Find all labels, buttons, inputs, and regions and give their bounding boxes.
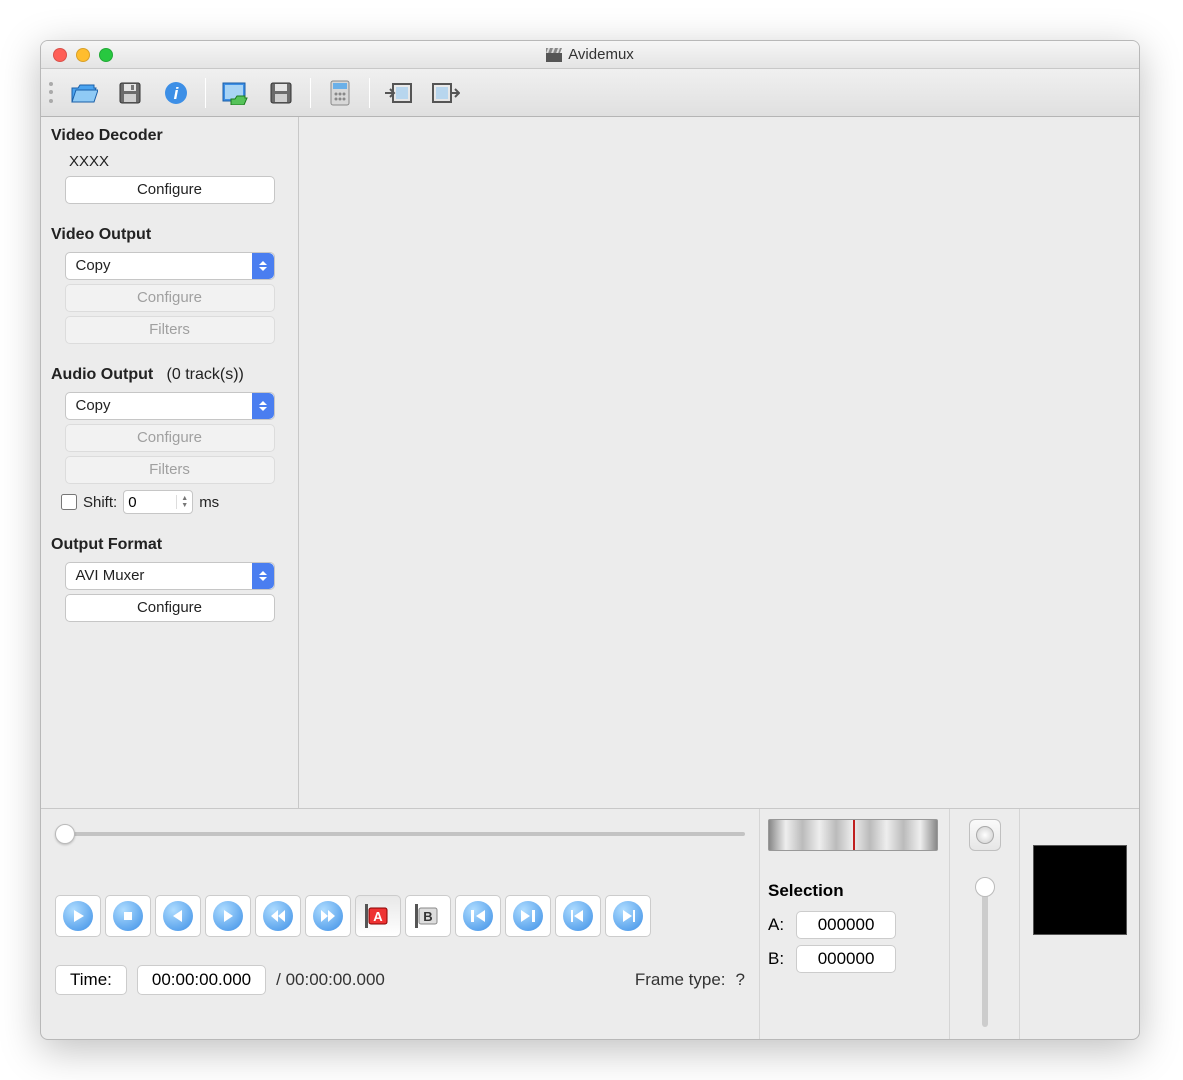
time-label: Time:: [55, 965, 127, 995]
audio-shift-row: Shift: ▲▼ ms: [51, 490, 288, 514]
export-frame-button[interactable]: [424, 76, 466, 110]
video-decoder-codec: XXXX: [51, 153, 288, 170]
video-output-filters-button[interactable]: Filters: [65, 316, 275, 344]
video-decoder-configure-button[interactable]: Configure: [65, 176, 275, 204]
volume-panel: [949, 809, 1019, 1039]
next-keyframe-button[interactable]: [305, 895, 351, 937]
time-total: / 00:00:00.000: [276, 970, 385, 990]
output-format-select[interactable]: AVI Muxer: [65, 562, 275, 590]
spinner-buttons[interactable]: ▲▼: [176, 495, 192, 509]
selection-panel: Selection A: 000000 B: 000000: [759, 809, 949, 1039]
audio-shift-unit: ms: [199, 494, 219, 511]
audio-output-select[interactable]: Copy: [65, 392, 275, 420]
audio-output-title-text: Audio Output: [51, 366, 153, 383]
video-output-section: Video Output Copy Configure Filters: [51, 226, 288, 344]
prev-frame-button[interactable]: [155, 895, 201, 937]
output-format-title: Output Format: [51, 536, 288, 554]
svg-text:A: A: [373, 909, 383, 924]
video-output-configure-button[interactable]: Configure: [65, 284, 275, 312]
video-output-title: Video Output: [51, 226, 288, 244]
toolbar-separator: [205, 78, 206, 108]
seek-thumb[interactable]: [55, 824, 75, 844]
toolbar-separator: [369, 78, 370, 108]
seek-track: [55, 832, 745, 836]
titlebar: Avidemux: [41, 41, 1139, 69]
video-decoder-section: Video Decoder XXXX Configure: [51, 127, 288, 204]
thumbnail-panel: [1019, 809, 1139, 1039]
transport-buttons: A B: [55, 895, 745, 937]
load-project-button[interactable]: [214, 76, 256, 110]
toolbar: i: [41, 69, 1139, 117]
sidebar: Video Decoder XXXX Configure Video Outpu…: [41, 117, 299, 809]
clapperboard-icon: [546, 46, 562, 63]
time-row: Time: 00:00:00.000 / 00:00:00.000 Frame …: [55, 965, 745, 995]
audio-output-title: Audio Output (0 track(s)): [51, 366, 288, 384]
next-cut-button[interactable]: [505, 895, 551, 937]
volume-slider[interactable]: [982, 877, 988, 1027]
open-file-button[interactable]: [63, 76, 105, 110]
first-frame-button[interactable]: [555, 895, 601, 937]
selection-a-label: A:: [768, 915, 784, 935]
seek-slider[interactable]: [55, 819, 745, 849]
last-frame-button[interactable]: [605, 895, 651, 937]
selection-a-row: A: 000000: [768, 911, 941, 939]
svg-text:B: B: [423, 909, 432, 924]
prev-keyframe-button[interactable]: [255, 895, 301, 937]
bottom-panel: A B Time: 00:00:00.000 / 00:00:00.000 Fr…: [41, 809, 1139, 1039]
play-button[interactable]: [55, 895, 101, 937]
video-preview: [299, 117, 1139, 809]
output-format-section: Output Format AVI Muxer Configure: [51, 536, 288, 622]
set-marker-a-button[interactable]: A: [355, 895, 401, 937]
video-output-selected: Copy: [76, 257, 111, 274]
window-title-text: Avidemux: [568, 46, 634, 63]
audio-wheel-button[interactable]: [969, 819, 1001, 851]
selection-title: Selection: [768, 881, 941, 901]
selection-b-value: 000000: [796, 945, 896, 973]
audio-output-tracks: (0 track(s)): [167, 366, 244, 383]
audio-shift-checkbox[interactable]: [61, 494, 77, 510]
thumbnail-preview: [1033, 845, 1127, 935]
output-format-selected: AVI Muxer: [76, 567, 145, 584]
select-arrows-icon: [252, 393, 274, 419]
import-frame-button[interactable]: [378, 76, 420, 110]
transport-panel: A B Time: 00:00:00.000 / 00:00:00.000 Fr…: [41, 809, 759, 1039]
info-button[interactable]: i: [155, 76, 197, 110]
save-project-button[interactable]: [260, 76, 302, 110]
frame-type-label: Frame type:: [635, 970, 726, 990]
window-title: Avidemux: [41, 46, 1139, 63]
audio-shift-spinner[interactable]: ▲▼: [123, 490, 193, 514]
stop-button[interactable]: [105, 895, 151, 937]
video-output-select[interactable]: Copy: [65, 252, 275, 280]
calculator-button[interactable]: [319, 76, 361, 110]
output-format-configure-button[interactable]: Configure: [65, 594, 275, 622]
audio-output-filters-button[interactable]: Filters: [65, 456, 275, 484]
time-current[interactable]: 00:00:00.000: [137, 965, 266, 995]
audio-output-section: Audio Output (0 track(s)) Copy Configure…: [51, 366, 288, 514]
selection-b-row: B: 000000: [768, 945, 941, 973]
selection-a-value: 000000: [796, 911, 896, 939]
main-area: Video Decoder XXXX Configure Video Outpu…: [41, 117, 1139, 809]
wheel-icon: [976, 826, 994, 844]
prev-cut-button[interactable]: [455, 895, 501, 937]
volume-thumb[interactable]: [975, 877, 995, 897]
select-arrows-icon: [252, 563, 274, 589]
audio-shift-input[interactable]: [124, 494, 176, 511]
app-window: Avidemux i: [40, 40, 1140, 1040]
set-marker-b-button[interactable]: B: [405, 895, 451, 937]
save-file-button[interactable]: [109, 76, 151, 110]
selection-b-label: B:: [768, 949, 784, 969]
audio-output-selected: Copy: [76, 397, 111, 414]
jog-wheel[interactable]: [768, 819, 938, 851]
toolbar-separator: [310, 78, 311, 108]
audio-shift-label: Shift:: [83, 494, 117, 511]
select-arrows-icon: [252, 253, 274, 279]
frame-type-value: ?: [736, 970, 745, 990]
video-decoder-title: Video Decoder: [51, 127, 288, 145]
toolbar-grip: [49, 80, 55, 106]
next-frame-button[interactable]: [205, 895, 251, 937]
audio-output-configure-button[interactable]: Configure: [65, 424, 275, 452]
